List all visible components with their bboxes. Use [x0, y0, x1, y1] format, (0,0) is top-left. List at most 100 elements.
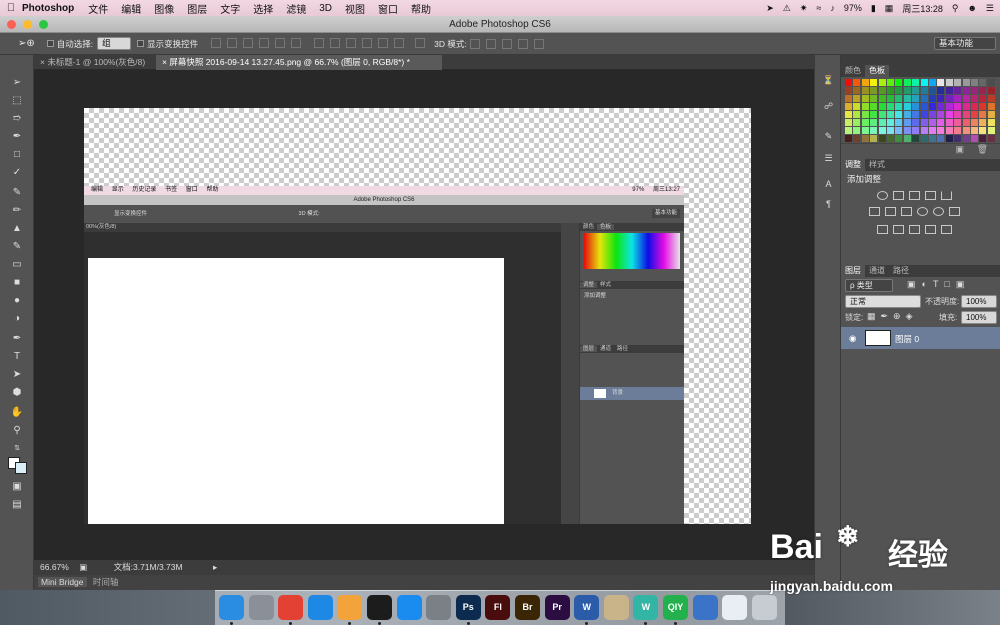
color-swatch[interactable] [861, 79, 869, 86]
color-swatch[interactable] [853, 79, 861, 86]
dodge-tool-icon[interactable]: ◑ [8, 311, 26, 327]
menu-3d[interactable]: 3D [319, 3, 332, 14]
scale3d-icon[interactable] [533, 38, 544, 49]
finder-icon[interactable] [219, 595, 244, 620]
color-swatch[interactable] [979, 127, 987, 134]
color-swatch[interactable] [929, 87, 936, 94]
color-swatch[interactable] [870, 87, 878, 94]
flash-icon[interactable]: Fl [485, 595, 511, 620]
distribute-hcenter-icon[interactable] [378, 37, 389, 48]
color-swatch[interactable] [903, 103, 911, 110]
color-swatch[interactable] [971, 119, 978, 126]
color-swatch[interactable] [945, 119, 953, 126]
background-color-swatch[interactable] [15, 462, 27, 474]
color-swatch[interactable] [878, 111, 886, 118]
color-swatch[interactable] [912, 95, 920, 102]
color-swatch[interactable] [903, 87, 911, 94]
wifi-icon[interactable]: ≈ [816, 3, 821, 13]
color-swatch[interactable] [937, 119, 945, 126]
color-swatch[interactable] [954, 79, 962, 86]
color-swatch[interactable] [920, 87, 928, 94]
quick-select-tool-icon[interactable]: ✒ [8, 129, 26, 145]
color-swatch[interactable] [971, 95, 978, 102]
tab-color[interactable]: 颜色 [841, 65, 865, 77]
color-swatch[interactable] [920, 135, 928, 142]
color-swatch[interactable] [853, 119, 861, 126]
app-store-icon[interactable] [396, 595, 422, 620]
color-swatch[interactable] [878, 95, 886, 102]
color-swatch[interactable] [929, 135, 936, 142]
distribute-top-icon[interactable] [314, 37, 325, 48]
tab-untitled[interactable]: × 未标题-1 @ 100%(灰色/8) [34, 55, 156, 70]
fill-input[interactable]: 100% [961, 311, 997, 324]
quick-mask-icon[interactable]: ▣ [8, 479, 26, 495]
color-swatch[interactable] [979, 103, 987, 110]
move-tool-icon[interactable]: ➢ [8, 75, 26, 91]
tab-layers[interactable]: 图层 [841, 265, 865, 277]
brush-tool-icon[interactable]: ✏ [8, 203, 26, 219]
roll3d-icon[interactable] [485, 38, 496, 49]
align-hcenter-icon[interactable] [275, 37, 286, 48]
iqiyi-icon[interactable]: QIY [663, 595, 688, 620]
status-export-icon[interactable]: ▣ [79, 562, 87, 572]
color-swatch[interactable] [962, 111, 970, 118]
color-swatch[interactable] [912, 79, 920, 86]
levels-icon[interactable] [893, 191, 904, 200]
color-swatch[interactable] [987, 95, 995, 102]
color-swatch[interactable] [962, 79, 970, 86]
color-swatch[interactable] [937, 103, 945, 110]
color-swatch[interactable] [845, 79, 852, 86]
color-swatch[interactable] [971, 87, 978, 94]
align-top-icon[interactable] [211, 37, 222, 48]
color-swatch[interactable] [861, 95, 869, 102]
color-swatch[interactable] [912, 103, 920, 110]
premiere-icon[interactable]: Pr [544, 595, 570, 620]
color-swatch[interactable] [861, 119, 869, 126]
color-swatch[interactable] [878, 87, 886, 94]
color-swatch[interactable] [945, 87, 953, 94]
color-swatch[interactable] [954, 111, 962, 118]
color-swatch[interactable] [979, 79, 987, 86]
layer-filter-icons[interactable]: ▣◐T□▣ [907, 279, 970, 290]
color-swatch[interactable] [887, 135, 894, 142]
swap-colors-icon[interactable]: ⇅ [8, 441, 26, 457]
color-swatch[interactable] [903, 111, 911, 118]
color-swatch[interactable] [853, 103, 861, 110]
color-swatch[interactable] [853, 135, 861, 142]
color-swatch[interactable] [895, 127, 903, 134]
type-tool-icon[interactable]: T [8, 349, 26, 365]
color-swatch[interactable] [987, 111, 995, 118]
distribute-right-icon[interactable] [394, 37, 405, 48]
color-swatch[interactable] [929, 95, 936, 102]
color-swatch[interactable] [962, 87, 970, 94]
lasso-tool-icon[interactable]: ➱ [8, 111, 26, 127]
menu-help[interactable]: 帮助 [411, 1, 431, 16]
tool-icon[interactable]: ✷ [800, 3, 808, 14]
drag3d-icon[interactable] [501, 38, 512, 49]
tab-channels[interactable]: 通道 [865, 265, 889, 277]
color-swatch[interactable] [895, 135, 903, 142]
zoom-level[interactable]: 66.67% [40, 562, 69, 572]
brush-presets-icon[interactable]: ✎ [822, 131, 835, 143]
color-swatch[interactable] [903, 95, 911, 102]
color-swatch[interactable] [929, 79, 936, 86]
hand-tool-icon[interactable]: ✋ [8, 405, 26, 421]
eraser-tool-icon[interactable]: ▭ [8, 257, 26, 273]
tab-adjustments[interactable]: 调整 [841, 159, 865, 171]
rotate3d-icon[interactable] [469, 38, 480, 49]
color-swatch[interactable] [945, 127, 953, 134]
color-swatch[interactable] [954, 95, 962, 102]
auto-select-dropdown[interactable]: 组 [97, 37, 132, 50]
color-swatch[interactable] [929, 127, 936, 134]
document-canvas[interactable]: 编辑 显示 历史记录 书签 窗口 帮助 97% 周三13:27 Adobe Ph… [84, 108, 751, 524]
color-swatch[interactable] [861, 135, 869, 142]
color-swatch[interactable] [870, 95, 878, 102]
color-swatch[interactable] [845, 127, 852, 134]
color-swatch[interactable] [945, 79, 953, 86]
blend-mode-dropdown[interactable]: 正常 [845, 295, 921, 308]
color-swatch[interactable] [937, 95, 945, 102]
menu-view[interactable]: 视图 [345, 1, 365, 16]
properties-icon[interactable]: ☍ [822, 101, 835, 113]
gradient-tool-icon[interactable]: ■ [8, 275, 26, 291]
color-swatch[interactable] [878, 135, 886, 142]
